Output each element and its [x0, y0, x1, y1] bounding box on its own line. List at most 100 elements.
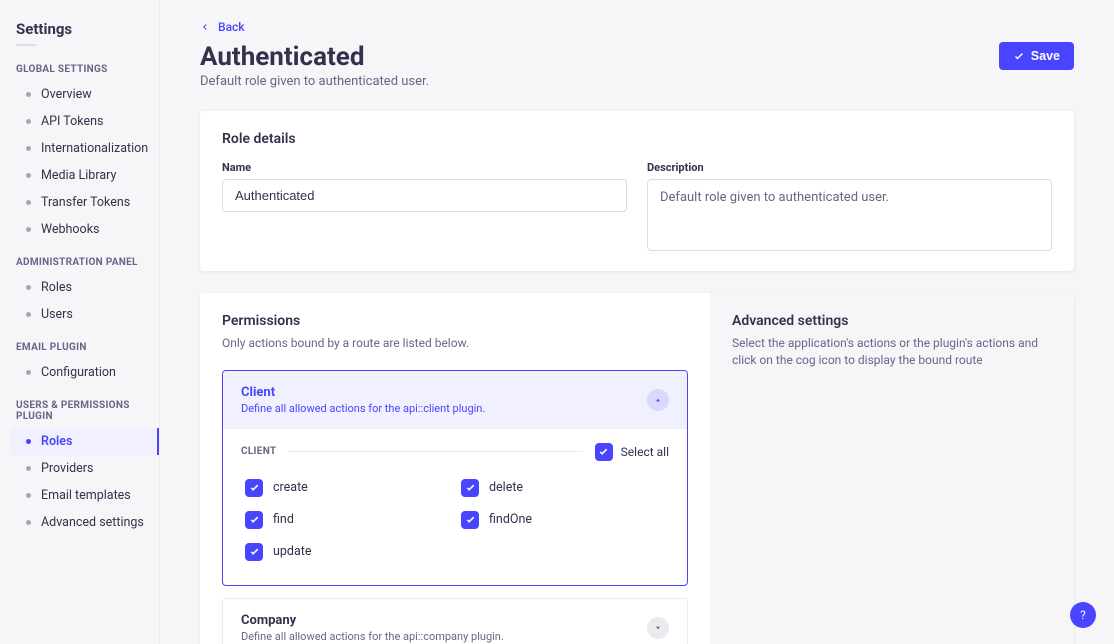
bullet-icon	[26, 312, 31, 317]
save-label: Save	[1031, 49, 1060, 63]
bullet-icon	[26, 227, 31, 232]
main-content: Back Authenticated Default role given to…	[160, 0, 1114, 644]
nav-section-label: Email Plugin	[16, 342, 159, 353]
action-item-update: update	[245, 543, 449, 561]
action-checkbox-delete[interactable]	[461, 479, 479, 497]
sidebar-item-label: API Tokens	[41, 114, 103, 129]
bullet-icon	[26, 439, 31, 444]
plugin-name: Client	[241, 385, 485, 400]
description-textarea[interactable]: Default role given to authenticated user…	[647, 179, 1052, 251]
sidebar-item-overview[interactable]: Overview	[16, 81, 159, 108]
action-label: update	[273, 544, 311, 559]
plugin-header[interactable]: Client Define all allowed actions for the…	[223, 371, 687, 429]
action-item-findone: findOne	[461, 511, 665, 529]
plugin-header[interactable]: Company Define all allowed actions for th…	[223, 599, 687, 644]
sidebar-item-transfer-tokens[interactable]: Transfer Tokens	[16, 189, 159, 216]
sidebar-item-label: Providers	[41, 461, 94, 476]
sidebar-item-label: Roles	[41, 280, 72, 295]
nav-section-label: Users & Permissions Plugin	[16, 400, 159, 422]
save-button[interactable]: Save	[999, 42, 1074, 70]
divider	[288, 451, 582, 452]
role-details-title: Role details	[222, 131, 1052, 147]
permissions-left: Permissions Only actions bound by a rout…	[200, 293, 710, 644]
permissions-title: Permissions	[222, 313, 688, 329]
sidebar-item-media-library[interactable]: Media Library	[16, 162, 159, 189]
page-subtitle: Default role given to authenticated user…	[200, 74, 429, 89]
sidebar-item-roles[interactable]: Roles	[16, 274, 159, 301]
permissions-panel: Permissions Only actions bound by a rout…	[200, 293, 1074, 644]
plugin-name: Company	[241, 613, 504, 628]
section-label: CLIENT	[241, 446, 276, 457]
chevron-up-icon[interactable]	[647, 389, 669, 411]
action-checkbox-create[interactable]	[245, 479, 263, 497]
sidebar-item-advanced-settings[interactable]: Advanced settings	[16, 509, 159, 536]
sidebar-item-label: Advanced settings	[41, 515, 144, 530]
sidebar-item-label: Configuration	[41, 365, 116, 380]
action-checkbox-update[interactable]	[245, 543, 263, 561]
select-all-checkbox[interactable]	[595, 443, 613, 461]
sidebar-item-label: Media Library	[41, 168, 116, 183]
help-button[interactable]: ?	[1070, 602, 1096, 628]
sidebar-item-label: Transfer Tokens	[41, 195, 130, 210]
bullet-icon	[26, 493, 31, 498]
page-title: Authenticated	[200, 42, 429, 72]
action-item-find: find	[245, 511, 449, 529]
sidebar-item-roles[interactable]: Roles	[10, 428, 159, 455]
nav-section-label: Administration Panel	[16, 257, 159, 268]
back-label: Back	[218, 20, 245, 34]
sidebar-divider	[16, 44, 36, 46]
bullet-icon	[26, 119, 31, 124]
sidebar-item-label: Users	[41, 307, 73, 322]
select-all-label: Select all	[621, 445, 669, 459]
sidebar-item-webhooks[interactable]: Webhooks	[16, 216, 159, 243]
plugin-box-company: Company Define all allowed actions for th…	[222, 598, 688, 644]
name-input[interactable]	[222, 179, 627, 212]
name-label: Name	[222, 161, 627, 174]
action-label: findOne	[489, 512, 532, 527]
bullet-icon	[26, 146, 31, 151]
advanced-title: Advanced settings	[732, 313, 1052, 329]
sidebar-item-api-tokens[interactable]: API Tokens	[16, 108, 159, 135]
sidebar-item-label: Email templates	[41, 488, 131, 503]
action-label: create	[273, 480, 308, 495]
permissions-subtitle: Only actions bound by a route are listed…	[222, 335, 688, 352]
sidebar-item-internationalization[interactable]: Internationalization	[16, 135, 159, 162]
action-label: delete	[489, 480, 523, 495]
nav-section-label: Global Settings	[16, 64, 159, 75]
action-checkbox-findone[interactable]	[461, 511, 479, 529]
plugin-description: Define all allowed actions for the api::…	[241, 630, 504, 643]
arrow-left-icon	[200, 22, 210, 32]
sidebar-item-configuration[interactable]: Configuration	[16, 359, 159, 386]
description-label: Description	[647, 161, 1052, 174]
action-item-create: create	[245, 479, 449, 497]
actions-grid: create delete find findOne update	[241, 473, 669, 561]
sidebar-title: Settings	[16, 20, 159, 38]
sidebar-item-label: Roles	[41, 434, 72, 449]
action-label: find	[273, 512, 294, 527]
plugin-box-client: Client Define all allowed actions for the…	[222, 370, 688, 586]
action-item-delete: delete	[461, 479, 665, 497]
back-link[interactable]: Back	[200, 20, 245, 34]
action-checkbox-find[interactable]	[245, 511, 263, 529]
settings-sidebar: Settings Global Settings Overview API Toke…	[0, 0, 160, 644]
bullet-icon	[26, 466, 31, 471]
sidebar-item-providers[interactable]: Providers	[16, 455, 159, 482]
advanced-settings-panel: Advanced settings Select the application…	[710, 293, 1074, 644]
bullet-icon	[26, 173, 31, 178]
check-icon	[1013, 50, 1025, 62]
bullet-icon	[26, 200, 31, 205]
bullet-icon	[26, 520, 31, 525]
bullet-icon	[26, 92, 31, 97]
bullet-icon	[26, 370, 31, 375]
plugin-body: CLIENT Select all create delete find findOne u…	[223, 429, 687, 585]
sidebar-item-users[interactable]: Users	[16, 301, 159, 328]
advanced-subtitle: Select the application's actions or the …	[732, 335, 1052, 369]
sidebar-item-label: Internationalization	[41, 141, 148, 156]
role-details-panel: Role details Name Description Default ro…	[200, 111, 1074, 271]
sidebar-item-label: Webhooks	[41, 222, 99, 237]
plugin-description: Define all allowed actions for the api::…	[241, 402, 485, 415]
chevron-down-icon[interactable]	[647, 617, 669, 639]
bullet-icon	[26, 285, 31, 290]
sidebar-item-email-templates[interactable]: Email templates	[16, 482, 159, 509]
sidebar-item-label: Overview	[41, 87, 92, 102]
